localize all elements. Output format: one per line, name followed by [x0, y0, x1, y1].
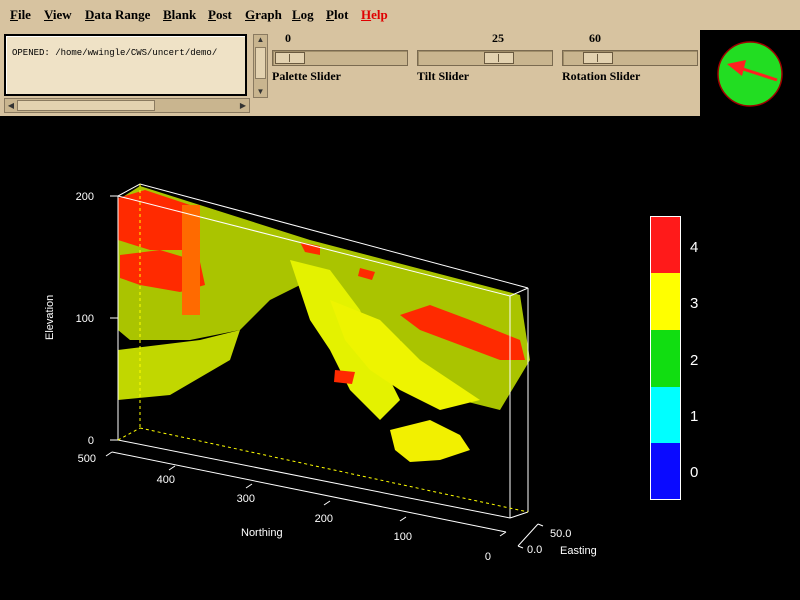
palette-slider-thumb[interactable] [275, 52, 305, 64]
scroll-left-icon[interactable]: ◀ [6, 99, 16, 112]
legend-label-3: 3 [690, 295, 698, 312]
northing-tick-500: 500 [78, 453, 96, 465]
northing-tick-0: 0 [485, 551, 491, 563]
message-vscrollbar[interactable]: ▲ ▼ [253, 34, 268, 98]
menu-plot[interactable]: Plot [326, 7, 348, 23]
northing-axis-label: Northing [241, 527, 283, 539]
vscroll-thumb[interactable] [255, 47, 266, 79]
message-hscrollbar[interactable]: ◀ ▶ [4, 98, 250, 113]
block-model-plot: 200 100 0 Elevation 500 400 300 200 100 … [44, 183, 698, 563]
tilt-slider-label: Tilt Slider [417, 69, 470, 83]
palette-slider[interactable] [272, 50, 408, 66]
easting-tick-50: 50.0 [550, 528, 571, 540]
legend-swatch-3 [651, 273, 680, 330]
tilt-slider[interactable] [417, 50, 553, 66]
color-legend [650, 216, 681, 500]
menu-help[interactable]: Help [361, 7, 388, 23]
menu-post[interactable]: Post [208, 7, 232, 23]
menu-blank[interactable]: Blank [163, 7, 196, 23]
elevation-tick-100: 100 [76, 313, 94, 325]
rotation-slider-value: 60 [589, 31, 601, 45]
elevation-axis-label: Elevation [44, 295, 56, 340]
legend-swatch-1 [651, 387, 680, 443]
legend-swatch-2 [651, 330, 680, 387]
easting-tick-0: 0.0 [527, 544, 542, 556]
rotation-slider-thumb[interactable] [583, 52, 613, 64]
legend-swatch-0 [651, 443, 680, 499]
elevation-axis [110, 195, 118, 441]
compass-panel [700, 30, 800, 116]
northing-tick-300: 300 [237, 493, 255, 505]
tilt-slider-thumb[interactable] [484, 52, 514, 64]
message-text: OPENED: /home/wwingle/CWS/uncert/demo/ [12, 48, 218, 58]
legend-label-4: 4 [690, 239, 698, 256]
menu-log[interactable]: Log [292, 7, 314, 23]
scroll-up-icon[interactable]: ▲ [254, 35, 267, 45]
legend-label-0: 0 [690, 464, 698, 481]
legend-swatch-4 [651, 217, 680, 273]
rotation-slider-label: Rotation Slider [562, 69, 641, 83]
northing-tick-200: 200 [315, 513, 333, 525]
elevation-tick-0: 0 [88, 435, 94, 447]
northing-tick-400: 400 [157, 474, 175, 486]
legend-label-1: 1 [690, 408, 698, 425]
menu-data-range[interactable]: Data Range [85, 7, 150, 23]
block-model-cells [118, 186, 530, 462]
legend-label-2: 2 [690, 352, 698, 369]
compass-arrow-icon[interactable] [700, 30, 800, 116]
scroll-down-icon[interactable]: ▼ [254, 87, 267, 97]
hscroll-thumb[interactable] [17, 100, 155, 111]
menu-graph[interactable]: Graph [245, 7, 282, 23]
menu-bar: File View Data Range Blank Post Graph Lo… [0, 0, 800, 31]
palette-slider-value: 0 [285, 31, 291, 45]
menu-view[interactable]: View [44, 7, 72, 23]
message-box[interactable]: OPENED: /home/wwingle/CWS/uncert/demo/ [4, 34, 247, 96]
scroll-right-icon[interactable]: ▶ [238, 99, 248, 112]
tool-panel: OPENED: /home/wwingle/CWS/uncert/demo/ ◀… [0, 30, 700, 116]
elevation-tick-200: 200 [76, 191, 94, 203]
northing-tick-100: 100 [394, 531, 412, 543]
tilt-slider-value: 25 [492, 31, 504, 45]
rotation-slider[interactable] [562, 50, 698, 66]
easting-axis-label: Easting [560, 545, 597, 557]
menu-file[interactable]: File [10, 7, 31, 23]
palette-slider-label: Palette Slider [272, 69, 341, 83]
